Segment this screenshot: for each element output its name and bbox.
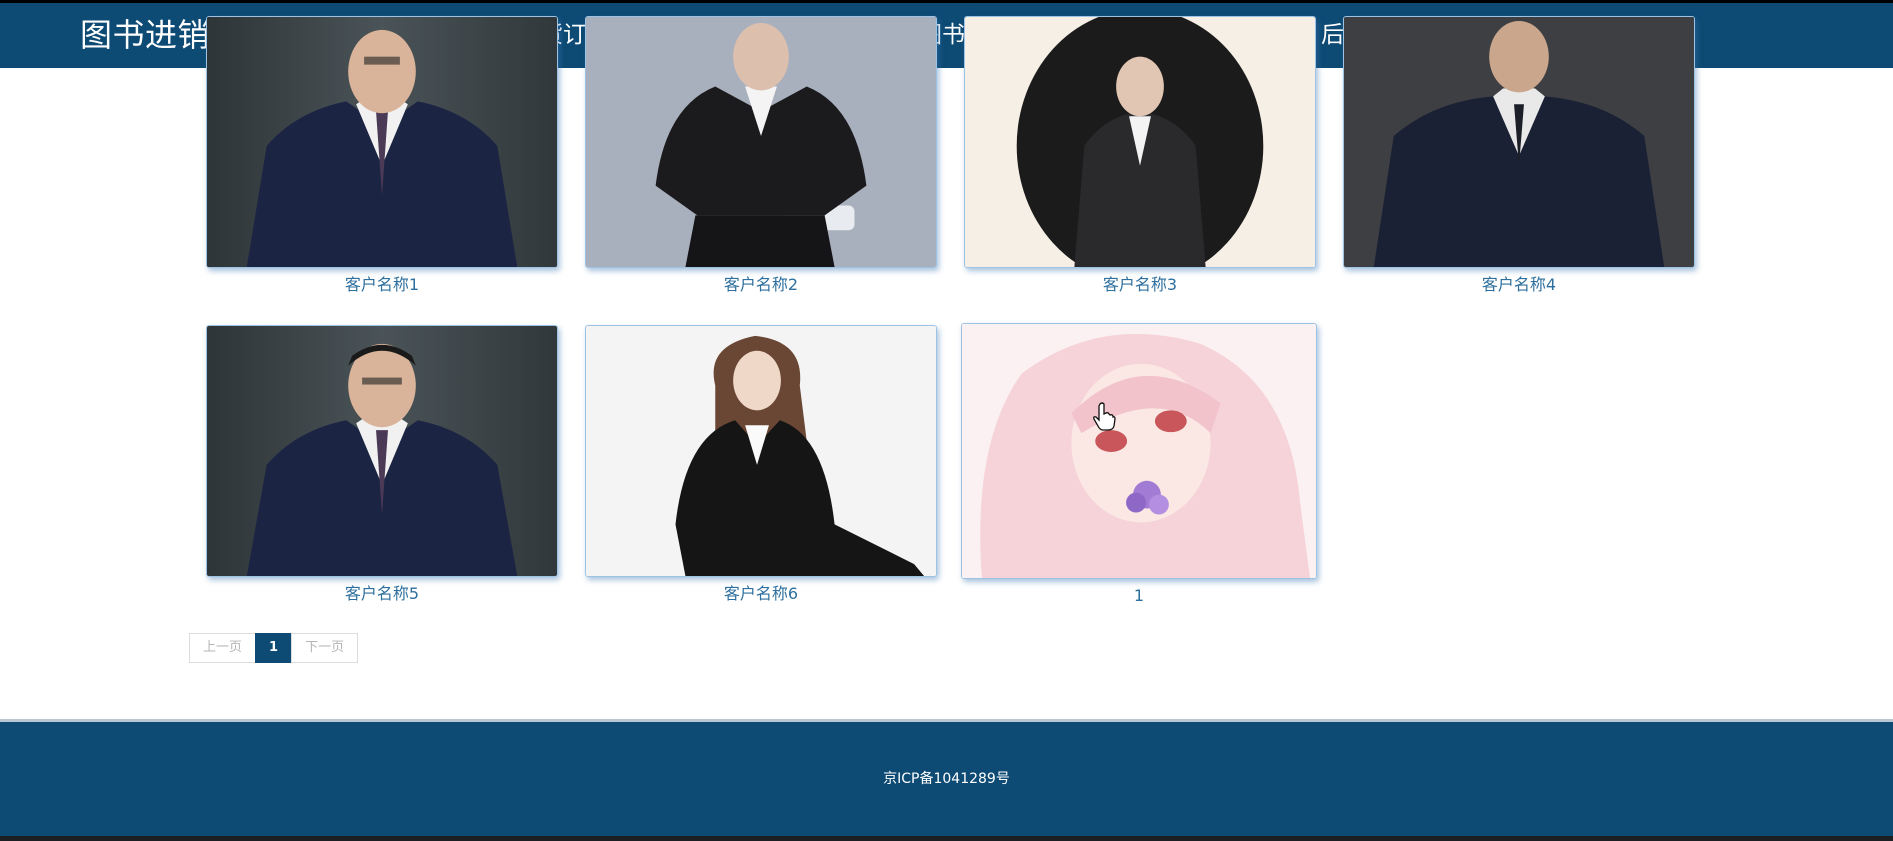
next-page-button[interactable]: 下一页 bbox=[291, 633, 359, 663]
customer-photo[interactable] bbox=[206, 325, 558, 577]
customer-name[interactable]: 客户名称3 bbox=[964, 275, 1316, 295]
customer-card[interactable]: 客户名称5 bbox=[206, 325, 558, 604]
customer-name[interactable]: 1 bbox=[961, 586, 1317, 606]
customer-card[interactable]: 客户名称6 bbox=[585, 325, 937, 604]
customer-photo[interactable] bbox=[585, 325, 937, 577]
customer-card[interactable]: 客户名称2 bbox=[585, 16, 937, 295]
customer-name[interactable]: 客户名称5 bbox=[206, 584, 558, 604]
customer-photo[interactable] bbox=[1343, 16, 1695, 268]
customer-photo[interactable] bbox=[964, 16, 1316, 268]
customer-photo[interactable] bbox=[961, 323, 1317, 579]
customer-name[interactable]: 客户名称1 bbox=[206, 275, 558, 295]
customer-photo[interactable] bbox=[585, 16, 937, 268]
icp-record: 京ICP备1041289号 bbox=[883, 771, 1010, 787]
customer-name[interactable]: 客户名称4 bbox=[1343, 275, 1695, 295]
customer-photo[interactable] bbox=[206, 16, 558, 268]
page-1-button[interactable]: 1 bbox=[255, 633, 293, 663]
customer-card[interactable]: 客户名称4 bbox=[1343, 16, 1695, 295]
customer-card[interactable]: 客户名称1 bbox=[206, 16, 558, 295]
footer: 京ICP备1041289号 bbox=[0, 719, 1893, 841]
customer-card[interactable]: 客户名称3 bbox=[964, 16, 1316, 295]
customer-name[interactable]: 客户名称2 bbox=[585, 275, 937, 295]
customer-card[interactable]: 1 bbox=[961, 323, 1317, 606]
prev-page-button[interactable]: 上一页 bbox=[189, 633, 257, 663]
footer-bottom-bar bbox=[0, 836, 1893, 841]
pagination: 上一页 1 下一页 bbox=[189, 633, 359, 663]
customer-name[interactable]: 客户名称6 bbox=[585, 584, 937, 604]
